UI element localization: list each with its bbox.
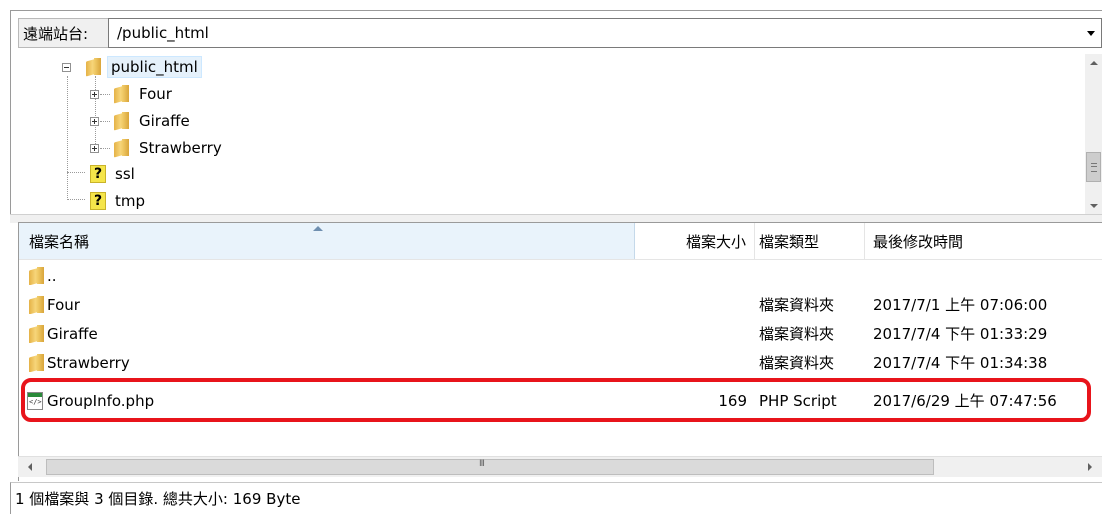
folder-icon (112, 85, 130, 103)
file-type: 檔案資料夾 (759, 296, 835, 314)
scroll-down-icon[interactable] (1085, 197, 1102, 214)
expand-icon[interactable] (90, 90, 99, 99)
file-row-giraffe[interactable]: Giraffe 檔案資料夾 2017/7/4 下午 01:33:29 (19, 319, 1102, 348)
tree-item-giraffe[interactable]: Giraffe (90, 108, 193, 134)
tree-vertical-scrollbar[interactable] (1085, 54, 1102, 214)
scrollbar-thumb[interactable] (1086, 152, 1101, 182)
file-row-four[interactable]: Four 檔案資料夾 2017/7/1 上午 07:06:00 (19, 290, 1102, 319)
column-header-size[interactable]: 檔案大小 (635, 223, 755, 259)
filezilla-remote-pane: 遠端站台: public_html Four (0, 0, 1102, 514)
scrollbar-thumb[interactable] (46, 459, 934, 475)
file-name: Strawberry (47, 353, 130, 372)
file-modified: 2017/6/29 上午 07:47:56 (873, 392, 1057, 410)
folder-icon (27, 324, 45, 343)
folder-icon (84, 58, 102, 76)
tree-connector-line (67, 199, 85, 200)
file-name-cell: Giraffe (19, 324, 635, 343)
file-name: .. (47, 266, 57, 285)
collapse-icon[interactable] (62, 63, 71, 72)
question-icon: ? (90, 192, 106, 210)
chevron-down-icon[interactable] (1083, 19, 1099, 47)
file-name-cell: GroupInfo.php (19, 391, 635, 410)
folder-icon (27, 295, 45, 314)
scroll-right-icon[interactable] (1080, 457, 1100, 477)
expand-icon[interactable] (90, 117, 99, 126)
folder-icon (27, 353, 45, 372)
file-name: Giraffe (47, 324, 98, 343)
tree-item-ssl[interactable]: ? ssl (90, 161, 138, 187)
file-list-horizontal-scrollbar[interactable] (18, 456, 1102, 477)
file-modified: 2017/7/4 下午 01:33:29 (873, 325, 1048, 343)
tree-item-label: public_html (107, 56, 202, 78)
tree-item-label: tmp (115, 192, 146, 210)
folder-icon (112, 112, 130, 130)
status-bar: 1 個檔案與 3 個目錄. 總共大小: 169 Byte (10, 482, 1102, 514)
remote-site-label: 遠端站台: (18, 18, 108, 48)
remote-site-combo[interactable] (108, 18, 1102, 48)
tree-connector-line (67, 76, 68, 200)
column-header-modified[interactable]: 最後修改時間 (865, 223, 1102, 259)
tree-item-label: Strawberry (139, 139, 222, 157)
tree-item-public-html[interactable]: public_html (62, 54, 202, 80)
question-icon: ? (90, 165, 106, 183)
remote-site-bar: 遠端站台: (18, 18, 1102, 48)
file-size: 169 (718, 391, 747, 410)
file-modified: 2017/7/4 下午 01:34:38 (873, 354, 1048, 372)
tree-item-label: Four (139, 85, 172, 103)
tree-connector-line (67, 172, 85, 173)
tree-item-tmp[interactable]: ? tmp (90, 188, 148, 214)
scroll-up-icon[interactable] (1085, 54, 1102, 71)
folder-icon (27, 266, 45, 285)
column-header-name[interactable]: 檔案名稱 (19, 223, 635, 259)
file-row-parent[interactable]: .. (19, 261, 1102, 290)
file-name-cell: .. (19, 266, 635, 285)
tree-item-label: ssl (115, 165, 135, 183)
file-name-cell: Four (19, 295, 635, 314)
file-row-groupinfo[interactable]: GroupInfo.php 169 PHP Script 2017/6/29 上… (19, 386, 1102, 415)
file-name-cell: Strawberry (19, 353, 635, 372)
column-header-type[interactable]: 檔案類型 (755, 223, 865, 259)
status-text: 1 個檔案與 3 個目錄. 總共大小: 169 Byte (15, 490, 301, 508)
remote-directory-tree: public_html Four Giraffe Strawberry ? ss… (18, 54, 1102, 214)
tree-item-strawberry[interactable]: Strawberry (90, 135, 225, 161)
file-type: 檔案資料夾 (759, 325, 835, 343)
php-file-icon (27, 391, 43, 410)
tree-item-four[interactable]: Four (90, 81, 175, 107)
remote-file-list: 檔案名稱 檔案大小 檔案類型 最後修改時間 .. Four 檔案資料夾 2017… (18, 222, 1102, 481)
tree-item-label: Giraffe (139, 112, 190, 130)
file-name: Four (47, 295, 80, 314)
file-row-strawberry[interactable]: Strawberry 檔案資料夾 2017/7/4 下午 01:34:38 (19, 348, 1102, 377)
file-list-header: 檔案名稱 檔案大小 檔案類型 最後修改時間 (19, 223, 1102, 260)
remote-site-path-input[interactable] (109, 23, 1101, 43)
file-name: GroupInfo.php (47, 391, 155, 410)
scroll-left-icon[interactable] (20, 457, 40, 477)
file-type: 檔案資料夾 (759, 354, 835, 372)
file-modified: 2017/7/1 上午 07:06:00 (873, 296, 1048, 314)
folder-icon (112, 139, 130, 157)
file-type: PHP Script (759, 391, 837, 410)
expand-icon[interactable] (90, 144, 99, 153)
